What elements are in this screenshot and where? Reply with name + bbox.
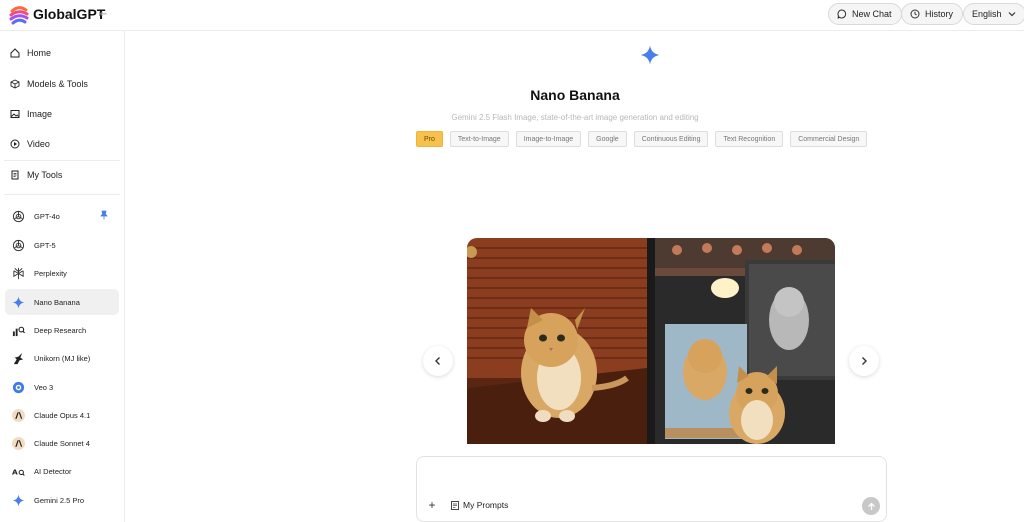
sidebar-item-label: Video xyxy=(27,139,50,149)
chevron-right-icon xyxy=(862,357,867,365)
tool-item-veo-3[interactable]: Veo 3 xyxy=(5,374,119,400)
pin-icon[interactable] xyxy=(99,210,109,220)
anthropic-icon xyxy=(11,408,26,423)
tool-item-nano-banana[interactable]: Nano Banana xyxy=(5,289,119,315)
sidebar-item-label: Home xyxy=(27,48,52,58)
tool-item-label: AI Detector xyxy=(34,466,72,476)
prompt-input[interactable] xyxy=(427,465,867,485)
image-icon xyxy=(10,110,20,118)
sidebar-item-label: Image xyxy=(27,109,53,119)
tag-text-to-image[interactable]: Text-to-Image xyxy=(449,131,509,147)
tool-item-label: Gemini 2.5 Pro xyxy=(34,495,85,505)
openai-icon xyxy=(11,238,26,253)
tag-image-to-image[interactable]: Image-to-Image xyxy=(515,131,582,147)
cat-example-image xyxy=(467,238,835,444)
play-circle-icon xyxy=(10,139,20,149)
nav-divider xyxy=(4,194,120,195)
language-label: English xyxy=(972,9,1002,19)
collapse-sidebar-icon[interactable]: ⇤ xyxy=(97,9,109,21)
perplexity-icon xyxy=(11,266,26,281)
sidebar-item-video[interactable]: Video xyxy=(10,134,50,154)
tool-item-claude-sonnet[interactable]: Claude Sonnet 4 xyxy=(5,430,119,456)
example-image-carousel[interactable] xyxy=(467,238,835,444)
tag-list: Pro Text-to-Image Image-to-Image Google … xyxy=(416,131,868,147)
tag-continuous-editing[interactable]: Continuous Editing xyxy=(633,131,709,147)
sidebar-item-label: My Tools xyxy=(27,170,63,180)
chat-bubble-icon xyxy=(837,9,847,19)
home-icon xyxy=(10,48,20,58)
cube-icon xyxy=(10,79,20,89)
anthropic-icon xyxy=(11,436,26,451)
tag-pro[interactable]: Pro xyxy=(416,131,443,147)
history-button[interactable]: History xyxy=(901,3,964,25)
arrow-up-icon xyxy=(867,502,875,510)
new-chat-button[interactable]: New Chat xyxy=(828,3,902,25)
ai-detector-icon: A xyxy=(11,464,26,479)
history-label: History xyxy=(925,9,954,19)
tool-item-label: Veo 3 xyxy=(34,382,54,392)
sidebar-item-label: Models & Tools xyxy=(27,79,88,89)
openai-icon xyxy=(11,209,26,224)
sidebar-item-home[interactable]: Home xyxy=(10,43,51,63)
document-icon xyxy=(11,170,19,180)
top-header: GlobalGPT ⇤ New Chat History English xyxy=(0,0,1024,31)
sidebar-item-my-tools[interactable]: My Tools xyxy=(10,165,62,185)
tool-item-gpt-4o[interactable]: GPT-4o xyxy=(5,203,119,229)
tool-item-label: Perplexity xyxy=(34,268,67,278)
app-title: GlobalGPT xyxy=(33,6,106,22)
my-prompts-button[interactable]: My Prompts xyxy=(451,500,508,510)
gemini-star-icon xyxy=(11,493,26,508)
chevron-left-icon xyxy=(435,357,440,365)
tool-item-perplexity[interactable]: Perplexity xyxy=(5,260,119,286)
tag-google[interactable]: Google xyxy=(588,131,627,147)
tag-text-recognition[interactable]: Text Recognition xyxy=(715,131,784,147)
prompt-composer: + My Prompts xyxy=(416,456,887,522)
sidebar-item-image[interactable]: Image xyxy=(10,104,52,124)
tool-item-label: GPT-5 xyxy=(34,240,56,250)
new-chat-label: New Chat xyxy=(852,9,892,19)
carousel-next-button[interactable] xyxy=(849,346,879,376)
deep-research-icon xyxy=(11,323,26,338)
globalgpt-logo-icon[interactable] xyxy=(8,4,30,26)
main-content: Nano Banana Gemini 2.5 Flash Image, stat… xyxy=(126,31,1024,522)
add-attachment-button[interactable]: + xyxy=(426,498,438,512)
gemini-star-icon xyxy=(11,295,26,310)
tool-item-label: Deep Research xyxy=(34,325,87,335)
tool-item-claude-opus[interactable]: Claude Opus 4.1 xyxy=(5,402,119,428)
page-title: Nano Banana xyxy=(530,87,620,103)
tool-item-gpt-5[interactable]: GPT-5 xyxy=(5,232,119,258)
page-subtitle: Gemini 2.5 Flash Image, state-of-the-art… xyxy=(451,113,699,122)
svg-text:A: A xyxy=(12,467,18,476)
tool-item-ai-detector[interactable]: A AI Detector xyxy=(5,458,119,484)
document-icon xyxy=(451,500,459,510)
tool-item-label: Claude Opus 4.1 xyxy=(34,410,91,420)
nav-divider xyxy=(4,160,120,161)
history-clock-icon xyxy=(910,9,920,19)
tool-item-label: GPT-4o xyxy=(34,211,60,221)
tool-item-gemini-pro[interactable]: Gemini 2.5 Pro xyxy=(5,487,119,513)
sidebar-item-models-tools[interactable]: Models & Tools xyxy=(10,74,88,94)
tool-item-deep-research[interactable]: Deep Research xyxy=(5,317,119,343)
tag-commercial-design[interactable]: Commercial Design xyxy=(790,131,868,147)
sidebar: Home Models & Tools Image Video My Tools… xyxy=(0,31,125,522)
gemini-star-icon xyxy=(640,45,660,65)
language-select[interactable]: English xyxy=(963,3,1024,25)
carousel-prev-button[interactable] xyxy=(423,346,453,376)
tool-item-label: Nano Banana xyxy=(34,297,80,307)
chevron-down-icon xyxy=(1008,12,1015,17)
my-prompts-label: My Prompts xyxy=(463,500,509,510)
tool-item-unikorn[interactable]: Unikorn (MJ like) xyxy=(5,345,119,371)
tool-item-label: Unikorn (MJ like) xyxy=(34,353,91,363)
veo-icon xyxy=(11,380,26,395)
send-button[interactable] xyxy=(862,497,880,515)
tool-item-label: Claude Sonnet 4 xyxy=(34,438,90,448)
unicorn-icon xyxy=(11,351,26,366)
